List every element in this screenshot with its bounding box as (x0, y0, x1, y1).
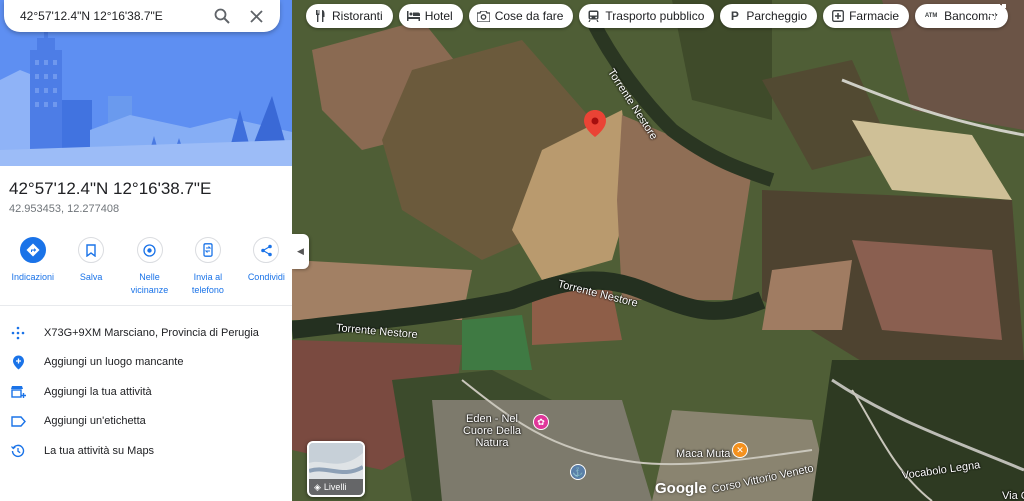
chip-hotel[interactable]: Hotel (398, 4, 463, 28)
layers-label-bar: ◈ Livelli (309, 479, 363, 495)
chip-farmacie[interactable]: Farmacie (823, 4, 910, 28)
history-icon (0, 444, 44, 458)
share-button[interactable]: Condividi (241, 237, 292, 297)
save-button[interactable]: Salva (65, 237, 116, 297)
poi-maca-icon[interactable]: ✕ (732, 442, 748, 458)
camera-icon (476, 10, 490, 23)
maps-activity-row[interactable]: La tua attività su Maps (0, 436, 292, 466)
add-missing-place-row[interactable]: Aggiungi un luogo mancante (0, 348, 292, 378)
apps-grid-icon[interactable] (990, 4, 1006, 20)
layers-icon: ◈ (314, 481, 321, 492)
chip-trasporto-pubblico[interactable]: Trasporto pubblico (579, 4, 715, 28)
pharmacy-icon (831, 10, 844, 23)
add-place-icon (0, 355, 44, 370)
place-side-panel: 42°57'12.4"N 12°16'38.7"E 42°57'12.4"N 1… (0, 0, 292, 501)
send-to-phone-button[interactable]: Invia al telefono (182, 237, 233, 297)
place-title: 42°57'12.4"N 12°16'38.7"E (9, 179, 212, 198)
hotel-icon (406, 10, 420, 23)
transit-icon (587, 10, 600, 23)
google-attribution: Google (655, 480, 707, 497)
search-box[interactable]: 42°57'12.4"N 12°16'38.7"E (4, 0, 280, 32)
share-icon (253, 237, 280, 263)
nearby-icon (136, 237, 163, 263)
directions-button[interactable]: Indicazioni (7, 237, 58, 297)
layers-button[interactable]: ◈ Livelli (307, 441, 365, 497)
poi-maca-label[interactable]: Maca Muta (676, 448, 730, 460)
chip-cose-da-fare[interactable]: Cose da fare (468, 4, 574, 28)
place-coordinates: 42.953453, 12.277408 (9, 203, 120, 215)
chip-ristoranti[interactable]: Ristoranti (306, 4, 393, 28)
restaurant-icon (314, 10, 327, 23)
satellite-imagery (292, 0, 1024, 501)
add-label-row[interactable]: Aggiungi un'etichetta (0, 407, 292, 437)
poi-eden-label[interactable]: Eden - Nel Cuore Della Natura (452, 413, 532, 449)
add-business-row[interactable]: Aggiungi la tua attività (0, 377, 292, 407)
send-to-phone-icon (194, 237, 221, 263)
plus-code-row[interactable]: X73G+9XM Marsciano, Provincia di Perugia (0, 318, 292, 348)
search-icon[interactable] (212, 6, 232, 26)
chip-parcheggio[interactable]: P Parcheggio (720, 4, 818, 28)
add-business-icon (0, 385, 44, 399)
bookmark-icon (78, 237, 105, 263)
atm-icon: ATM (924, 13, 938, 19)
directions-icon (19, 237, 46, 263)
label-icon (0, 416, 44, 427)
collapse-panel-button[interactable]: ◀ (292, 234, 309, 269)
plus-code-icon (0, 326, 44, 340)
search-input[interactable]: 42°57'12.4"N 12°16'38.7"E (20, 9, 212, 23)
chevron-left-icon: ◀ (297, 246, 304, 256)
parking-icon: P (730, 9, 739, 23)
info-list: X73G+9XM Marsciano, Provincia di Perugia… (0, 318, 292, 466)
category-chips: Ristoranti Hotel Cose da fare Trasporto … (306, 4, 1009, 28)
poi-eden-icon[interactable]: ✿ (533, 414, 549, 430)
divider (0, 305, 292, 306)
map-canvas[interactable]: Torrente Nestore Torrente Nestore Torren… (292, 0, 1024, 501)
nearby-button[interactable]: Nelle vicinanze (124, 237, 175, 297)
poi-transit-icon[interactable]: ⚓ (570, 464, 586, 480)
road-label: Via G (1002, 490, 1024, 501)
close-icon[interactable] (246, 6, 266, 26)
action-buttons: Indicazioni Salva Nelle vicinanze Invia … (0, 237, 292, 297)
